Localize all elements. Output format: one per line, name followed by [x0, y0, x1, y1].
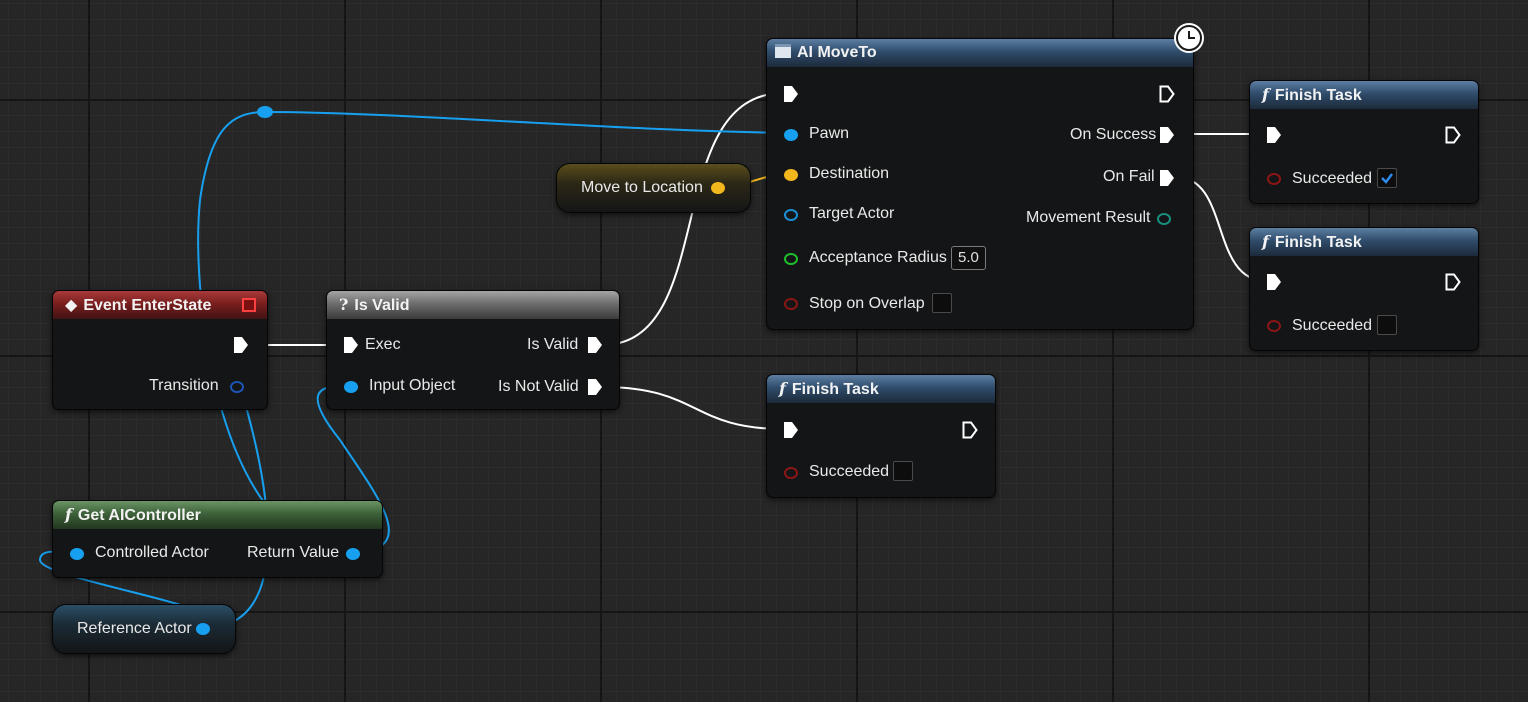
is-valid-node[interactable]: ? Is Valid Exec Is Valid Input Object Is …: [326, 290, 620, 410]
pawn-pin[interactable]: [784, 129, 798, 141]
succeeded-pin[interactable]: [784, 467, 798, 479]
finish-task-invalid-header[interactable]: f Finish Task: [767, 375, 995, 403]
finish-task-invalid-node[interactable]: f Finish Task Succeeded: [766, 374, 996, 498]
move-to-location-node[interactable]: Move to Location: [556, 163, 751, 213]
moveto-icon: [775, 44, 791, 58]
move-to-location-pin[interactable]: [711, 182, 725, 194]
return-value-pin[interactable]: [346, 548, 360, 560]
ai-moveto-header[interactable]: AI MoveTo: [767, 39, 1193, 67]
on-fail-exec-pin[interactable]: [1159, 169, 1175, 187]
is-not-valid-label: Is Not Valid: [498, 378, 579, 395]
ai-moveto-node[interactable]: AI MoveTo Pawn On Success Destination On…: [766, 38, 1194, 330]
is-valid-header[interactable]: ? Is Valid: [327, 291, 619, 319]
function-icon: f: [1262, 232, 1269, 251]
on-fail-label: On Fail: [1103, 168, 1155, 185]
event-enterstate-title: Event EnterState: [83, 297, 212, 314]
get-aicontroller-node[interactable]: f Get AIController Controlled Actor Retur…: [52, 500, 383, 578]
finish-task-success-header[interactable]: f Finish Task: [1250, 81, 1478, 109]
latent-clock-icon: [1174, 23, 1204, 53]
function-icon: f: [65, 505, 72, 524]
exec-label: Exec: [365, 336, 401, 353]
finish-task-success-node[interactable]: f Finish Task Succeeded: [1249, 80, 1479, 204]
move-to-location-label: Move to Location: [581, 179, 703, 196]
exec-in-pin[interactable]: [343, 336, 359, 354]
stop-on-overlap-pin[interactable]: [784, 298, 798, 310]
wire-reroute-to-pawn: [264, 111, 791, 134]
event-enterstate-header[interactable]: ◆ Event EnterState: [53, 291, 267, 319]
acceptance-radius-pin[interactable]: [784, 253, 798, 265]
finish-task-fail-title: Finish Task: [1274, 234, 1362, 251]
reference-actor-label: Reference Actor: [77, 620, 192, 637]
is-valid-output-label: Is Valid: [527, 336, 579, 353]
moveto-exec-in-pin[interactable]: [783, 85, 799, 103]
event-enterstate-node[interactable]: ◆ Event EnterState Transition: [52, 290, 268, 410]
acceptance-radius-input[interactable]: 5.0: [951, 246, 986, 270]
question-icon: ?: [339, 295, 349, 314]
finish-task-fail-node[interactable]: f Finish Task Succeeded: [1249, 227, 1479, 351]
reference-actor-node[interactable]: Reference Actor: [52, 604, 236, 654]
destination-pin[interactable]: [784, 169, 798, 181]
succeeded-label: Succeeded: [1292, 170, 1373, 187]
finish-task-invalid-title: Finish Task: [791, 381, 879, 398]
succeeded-label: Succeeded: [809, 463, 890, 480]
get-aicontroller-header[interactable]: f Get AIController: [53, 501, 382, 529]
acceptance-radius-label: Acceptance Radius: [809, 249, 947, 266]
controlled-actor-label: Controlled Actor: [95, 544, 209, 561]
succeeded-checkbox[interactable]: [1377, 315, 1397, 335]
finish-fail-exec-in-pin[interactable]: [1266, 273, 1282, 291]
succeeded-checkbox[interactable]: [1377, 168, 1397, 188]
finish-task-success-title: Finish Task: [1274, 87, 1362, 104]
finish-invalid-exec-out-pin[interactable]: [962, 421, 978, 439]
destination-label: Destination: [809, 165, 890, 182]
movement-result-label: Movement Result: [1026, 209, 1151, 226]
ai-moveto-title: AI MoveTo: [797, 44, 877, 61]
succeeded-pin[interactable]: [1267, 173, 1281, 185]
succeeded-checkbox[interactable]: [893, 461, 913, 481]
succeeded-pin[interactable]: [1267, 320, 1281, 332]
is-not-valid-exec-out-pin[interactable]: [587, 378, 603, 396]
succeeded-label: Succeeded: [1292, 317, 1373, 334]
target-actor-label: Target Actor: [809, 205, 895, 222]
delegate-pin-icon[interactable]: [242, 298, 256, 312]
event-diamond-icon: ◆: [65, 295, 78, 314]
is-valid-title: Is Valid: [354, 297, 410, 314]
input-object-label: Input Object: [369, 377, 456, 394]
stop-on-overlap-checkbox[interactable]: [932, 293, 952, 313]
transition-pin[interactable]: [230, 381, 244, 393]
finish-success-exec-out-pin[interactable]: [1445, 126, 1461, 144]
reference-actor-pin[interactable]: [196, 623, 210, 635]
get-aicontroller-title: Get AIController: [77, 507, 201, 524]
finish-task-fail-header[interactable]: f Finish Task: [1250, 228, 1478, 256]
moveto-exec-out-pin[interactable]: [1159, 85, 1175, 103]
finish-fail-exec-out-pin[interactable]: [1445, 273, 1461, 291]
return-value-label: Return Value: [247, 544, 340, 561]
checkmark-icon: [1381, 173, 1393, 184]
pawn-label: Pawn: [809, 125, 850, 142]
on-success-exec-pin[interactable]: [1159, 126, 1175, 144]
controlled-actor-pin[interactable]: [70, 548, 84, 560]
reroute-knot[interactable]: [257, 106, 273, 118]
movement-result-pin[interactable]: [1157, 213, 1171, 225]
function-icon: f: [779, 379, 786, 398]
target-actor-pin[interactable]: [784, 209, 798, 221]
is-valid-exec-out-pin[interactable]: [587, 336, 603, 354]
stop-on-overlap-label: Stop on Overlap: [809, 295, 925, 312]
transition-label: Transition: [149, 377, 219, 394]
finish-invalid-exec-in-pin[interactable]: [783, 421, 799, 439]
exec-out-pin[interactable]: [233, 336, 249, 354]
wire-isnotvalid-to-finish: [601, 386, 785, 430]
input-object-pin[interactable]: [344, 381, 358, 393]
on-success-label: On Success: [1070, 126, 1157, 143]
function-icon: f: [1262, 85, 1269, 104]
finish-success-exec-in-pin[interactable]: [1266, 126, 1282, 144]
